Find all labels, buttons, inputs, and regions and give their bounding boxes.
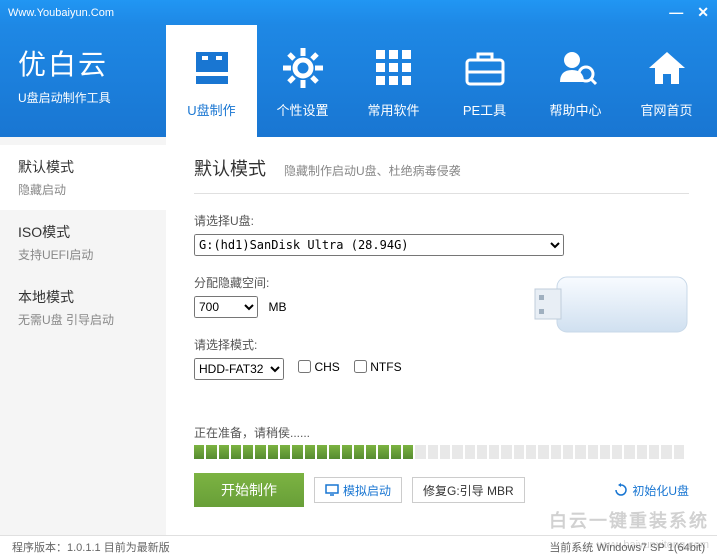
version-text: 程序版本：1.0.1.1 目前为最新版 xyxy=(12,539,170,555)
refresh-icon xyxy=(614,483,628,497)
home-icon xyxy=(643,44,691,92)
nav-usb-make[interactable]: U盘制作 xyxy=(166,25,257,137)
nav-software[interactable]: 常用软件 xyxy=(348,25,439,137)
chs-label: CHS xyxy=(314,360,339,374)
os-text: 当前系统 Windows7 SP 1(64bit) xyxy=(549,539,705,555)
nav: U盘制作 个性设置 常用软件 PE工具 帮助中心 xyxy=(166,25,717,137)
start-button[interactable]: 开始制作 xyxy=(194,473,304,507)
repair-button[interactable]: 修复G:引导 MBR xyxy=(412,477,525,503)
nav-label: 帮助中心 xyxy=(549,100,601,119)
sidebar-title: ISO模式 xyxy=(18,222,148,242)
progress-label: 正在准备，请稍侯...... xyxy=(194,424,689,441)
ntfs-label: NTFS xyxy=(370,360,401,374)
sidebar-sub: 支持UEFI启动 xyxy=(18,246,148,263)
page-subtitle: 隐藏制作启动U盘、杜绝病毒侵袭 xyxy=(284,162,461,179)
usb-select[interactable]: G:(hd1)SanDisk Ultra (28.94G) xyxy=(194,234,564,256)
main-panel: 默认模式 隐藏制作启动U盘、杜绝病毒侵袭 请选择U盘: G:(hd1)SanDi… xyxy=(166,137,717,535)
sidebar-title: 本地模式 xyxy=(18,287,148,307)
init-usb-link[interactable]: 初始化U盘 xyxy=(614,482,689,499)
ntfs-checkbox-wrap[interactable]: NTFS xyxy=(354,360,401,374)
gear-icon xyxy=(279,44,327,92)
nav-label: PE工具 xyxy=(463,100,506,119)
progress-bar xyxy=(194,445,684,459)
page-title: 默认模式 xyxy=(194,155,266,181)
simulate-button[interactable]: 模拟启动 xyxy=(314,477,402,503)
sidebar: 默认模式 隐藏启动 ISO模式 支持UEFI启动 本地模式 无需U盘 引导启动 xyxy=(0,137,166,535)
footer: 程序版本：1.0.1.1 目前为最新版 当前系统 Windows7 SP 1(6… xyxy=(0,535,717,557)
monitor-icon xyxy=(325,484,339,496)
minimize-button[interactable]: — xyxy=(669,4,683,21)
nav-pe-tools[interactable]: PE工具 xyxy=(439,25,530,137)
nav-homepage[interactable]: 官网首页 xyxy=(621,25,712,137)
logo-title: 优白云 xyxy=(18,43,166,83)
usb-disk-icon xyxy=(188,44,236,92)
ntfs-checkbox[interactable] xyxy=(354,360,367,373)
logo-area: 优白云 U盘启动制作工具 xyxy=(0,25,166,137)
nav-label: 个性设置 xyxy=(276,100,328,119)
logo-subtitle: U盘启动制作工具 xyxy=(18,89,166,106)
chs-checkbox[interactable] xyxy=(298,360,311,373)
sidebar-sub: 隐藏启动 xyxy=(18,181,148,198)
space-select[interactable]: 700 xyxy=(194,296,258,318)
grid-icon xyxy=(370,44,418,92)
support-icon xyxy=(552,44,600,92)
close-button[interactable]: ✕ xyxy=(697,4,709,21)
nav-personalize[interactable]: 个性设置 xyxy=(257,25,348,137)
chs-checkbox-wrap[interactable]: CHS xyxy=(298,360,339,374)
sidebar-item-local[interactable]: 本地模式 无需U盘 引导启动 xyxy=(0,275,166,340)
usb-illustration xyxy=(527,247,697,367)
mode-select[interactable]: HDD-FAT32 xyxy=(194,358,284,380)
sidebar-title: 默认模式 xyxy=(18,157,148,177)
nav-label: 常用软件 xyxy=(367,100,419,119)
nav-help[interactable]: 帮助中心 xyxy=(530,25,621,137)
sidebar-item-iso[interactable]: ISO模式 支持UEFI启动 xyxy=(0,210,166,275)
usb-select-label: 请选择U盘: xyxy=(194,212,689,229)
titlebar-url: Www.Youbaiyun.Com xyxy=(8,7,114,19)
nav-label: 官网首页 xyxy=(640,100,692,119)
briefcase-icon xyxy=(461,44,509,92)
header: 优白云 U盘启动制作工具 U盘制作 个性设置 常用软件 PE工具 xyxy=(0,25,717,137)
sidebar-sub: 无需U盘 引导启动 xyxy=(18,311,148,328)
titlebar: Www.Youbaiyun.Com — ✕ xyxy=(0,0,717,25)
space-unit: MB xyxy=(268,300,286,314)
nav-label: U盘制作 xyxy=(187,100,235,119)
sidebar-item-default[interactable]: 默认模式 隐藏启动 xyxy=(0,145,166,210)
